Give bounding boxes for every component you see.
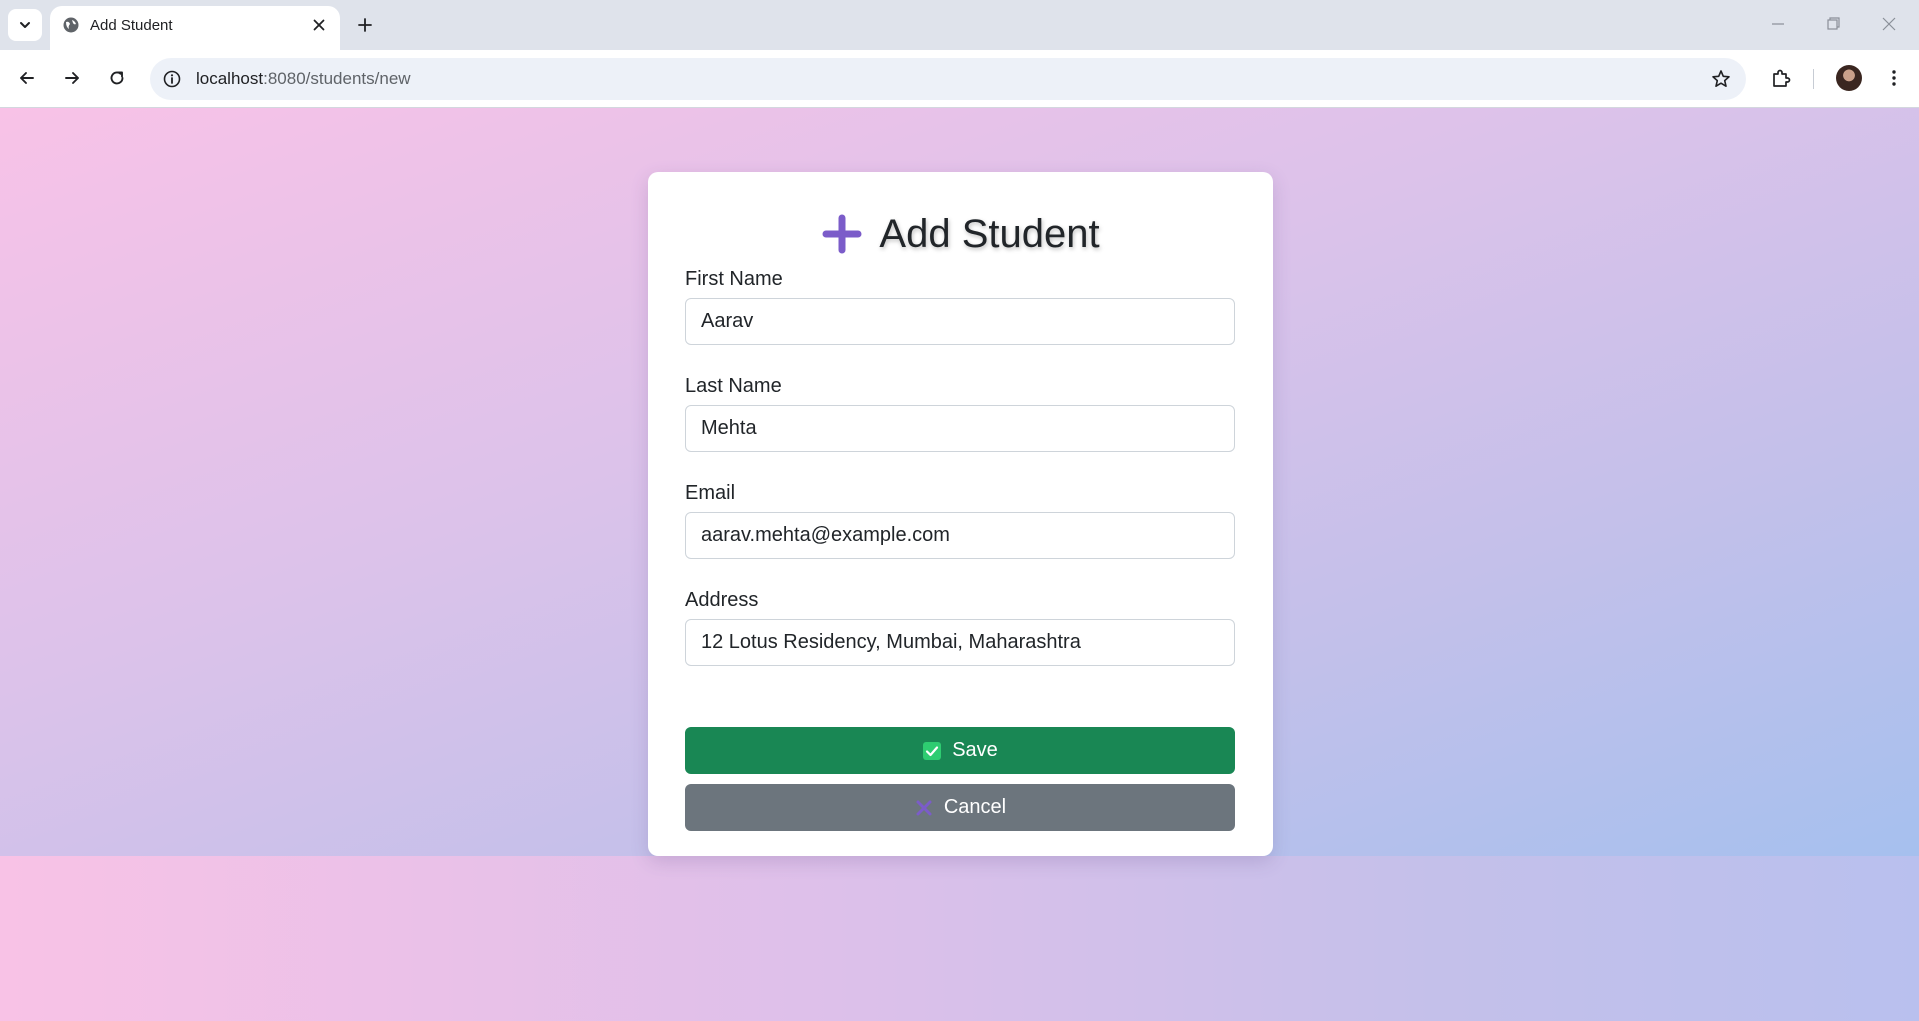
chevron-down-icon bbox=[20, 22, 30, 28]
tab-search-button[interactable] bbox=[8, 9, 42, 41]
check-box-icon bbox=[923, 741, 942, 760]
card-header: Add Student bbox=[648, 208, 1273, 260]
toolbar-divider bbox=[1813, 69, 1814, 89]
bookmark-star-icon[interactable] bbox=[1710, 68, 1732, 90]
plus-icon bbox=[358, 18, 372, 32]
x-icon bbox=[916, 800, 932, 815]
address-field[interactable] bbox=[685, 619, 1235, 666]
url-host: localhost bbox=[196, 69, 264, 88]
puzzle-icon bbox=[1773, 69, 1791, 87]
first-name-field[interactable] bbox=[685, 298, 1235, 345]
new-tab-button[interactable] bbox=[352, 12, 378, 38]
more-vert-icon bbox=[1892, 70, 1896, 86]
minimize-icon[interactable] bbox=[1766, 12, 1790, 36]
first-name-label: First Name bbox=[685, 268, 783, 290]
add-student-card: Add Student First Name Last Name Email A… bbox=[648, 172, 1273, 856]
email-label: Email bbox=[685, 482, 736, 504]
profile-avatar[interactable] bbox=[1836, 65, 1862, 91]
browser-chrome: Add Student localhost:8080/students/new bbox=[0, 0, 1919, 108]
url-text[interactable]: localhost:8080/students/new bbox=[196, 69, 411, 89]
arrow-left-icon bbox=[20, 72, 34, 84]
browser-toolbar: localhost:8080/students/new bbox=[0, 50, 1919, 108]
cancel-button-label: Cancel bbox=[943, 796, 1007, 818]
last-name-label: Last Name bbox=[685, 375, 782, 397]
menu-button[interactable] bbox=[1880, 64, 1908, 92]
page-viewport: Add Student First Name Last Name Email A… bbox=[0, 108, 1919, 1021]
tab-title: Add Student bbox=[90, 17, 173, 34]
address-bar[interactable]: localhost:8080/students/new bbox=[150, 58, 1746, 100]
address-label: Address bbox=[685, 589, 759, 611]
save-button-label: Save bbox=[952, 739, 998, 761]
url-path: :8080/students/new bbox=[263, 69, 411, 88]
back-button[interactable] bbox=[13, 64, 41, 92]
cancel-button[interactable]: Cancel bbox=[685, 784, 1235, 831]
close-window-icon[interactable] bbox=[1877, 12, 1901, 36]
reload-icon bbox=[110, 71, 124, 85]
page-title: Add Student bbox=[879, 212, 1100, 256]
arrow-right-icon bbox=[65, 72, 79, 84]
forward-button[interactable] bbox=[58, 64, 86, 92]
plus-icon bbox=[822, 214, 862, 254]
extensions-button[interactable] bbox=[1767, 64, 1795, 92]
close-icon[interactable] bbox=[310, 16, 328, 34]
save-button[interactable]: Save bbox=[685, 727, 1235, 774]
tab-strip: Add Student bbox=[0, 0, 1919, 50]
restore-icon[interactable] bbox=[1821, 12, 1845, 36]
reload-button[interactable] bbox=[103, 64, 131, 92]
tab-add-student[interactable]: Add Student bbox=[50, 6, 340, 50]
globe-icon bbox=[63, 17, 79, 33]
last-name-field[interactable] bbox=[685, 405, 1235, 452]
email-field[interactable] bbox=[685, 512, 1235, 559]
info-icon[interactable] bbox=[162, 69, 182, 89]
